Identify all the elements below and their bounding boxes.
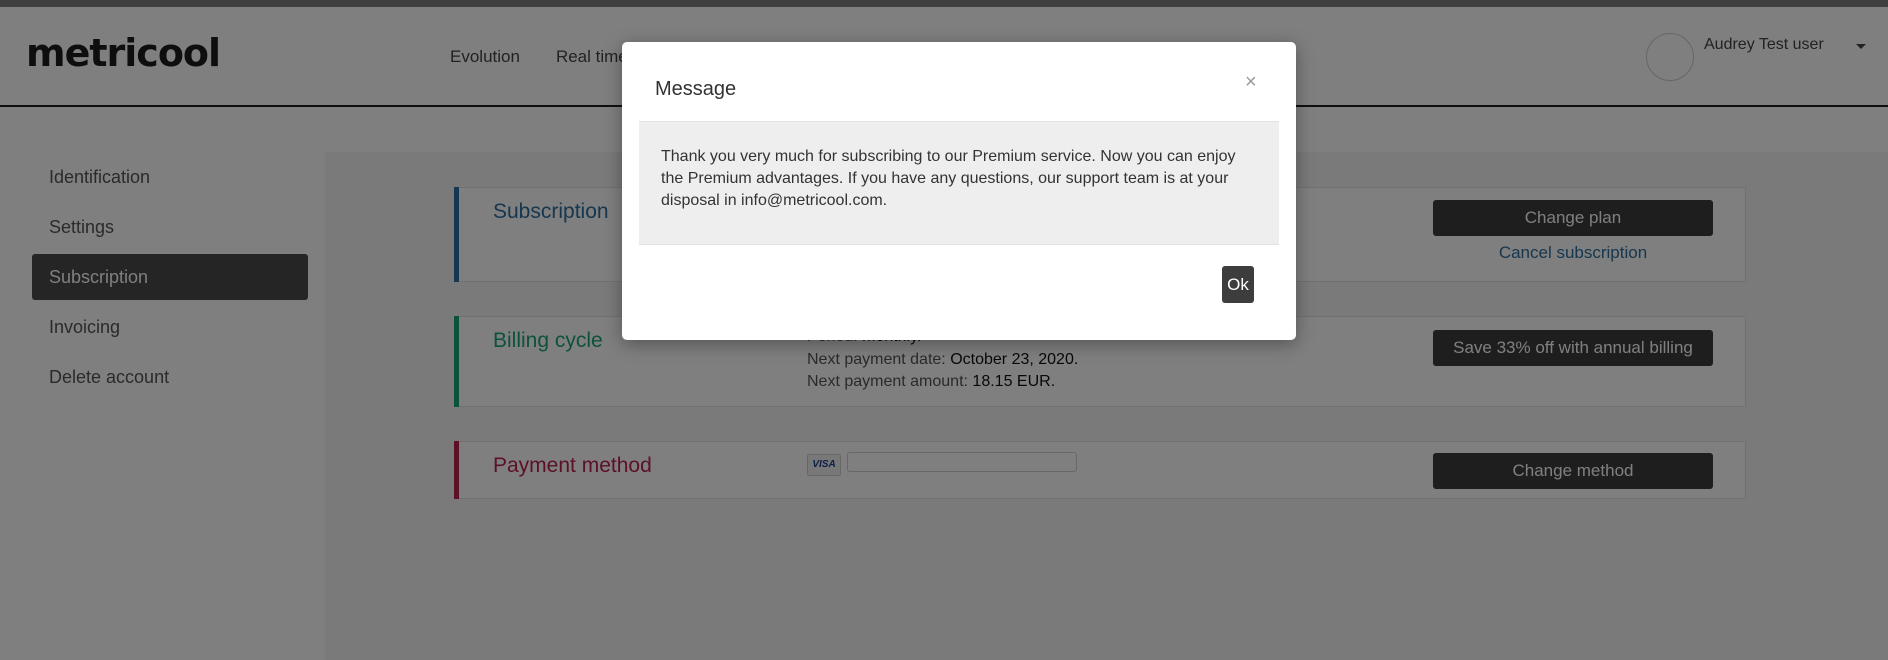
message-modal: Message × Thank you very much for subscr… xyxy=(622,42,1296,340)
close-icon[interactable]: × xyxy=(1245,72,1257,92)
modal-title: Message xyxy=(655,78,737,100)
modal-message: Thank you very much for subscribing to o… xyxy=(639,121,1279,245)
ok-button[interactable]: Ok xyxy=(1222,266,1254,303)
